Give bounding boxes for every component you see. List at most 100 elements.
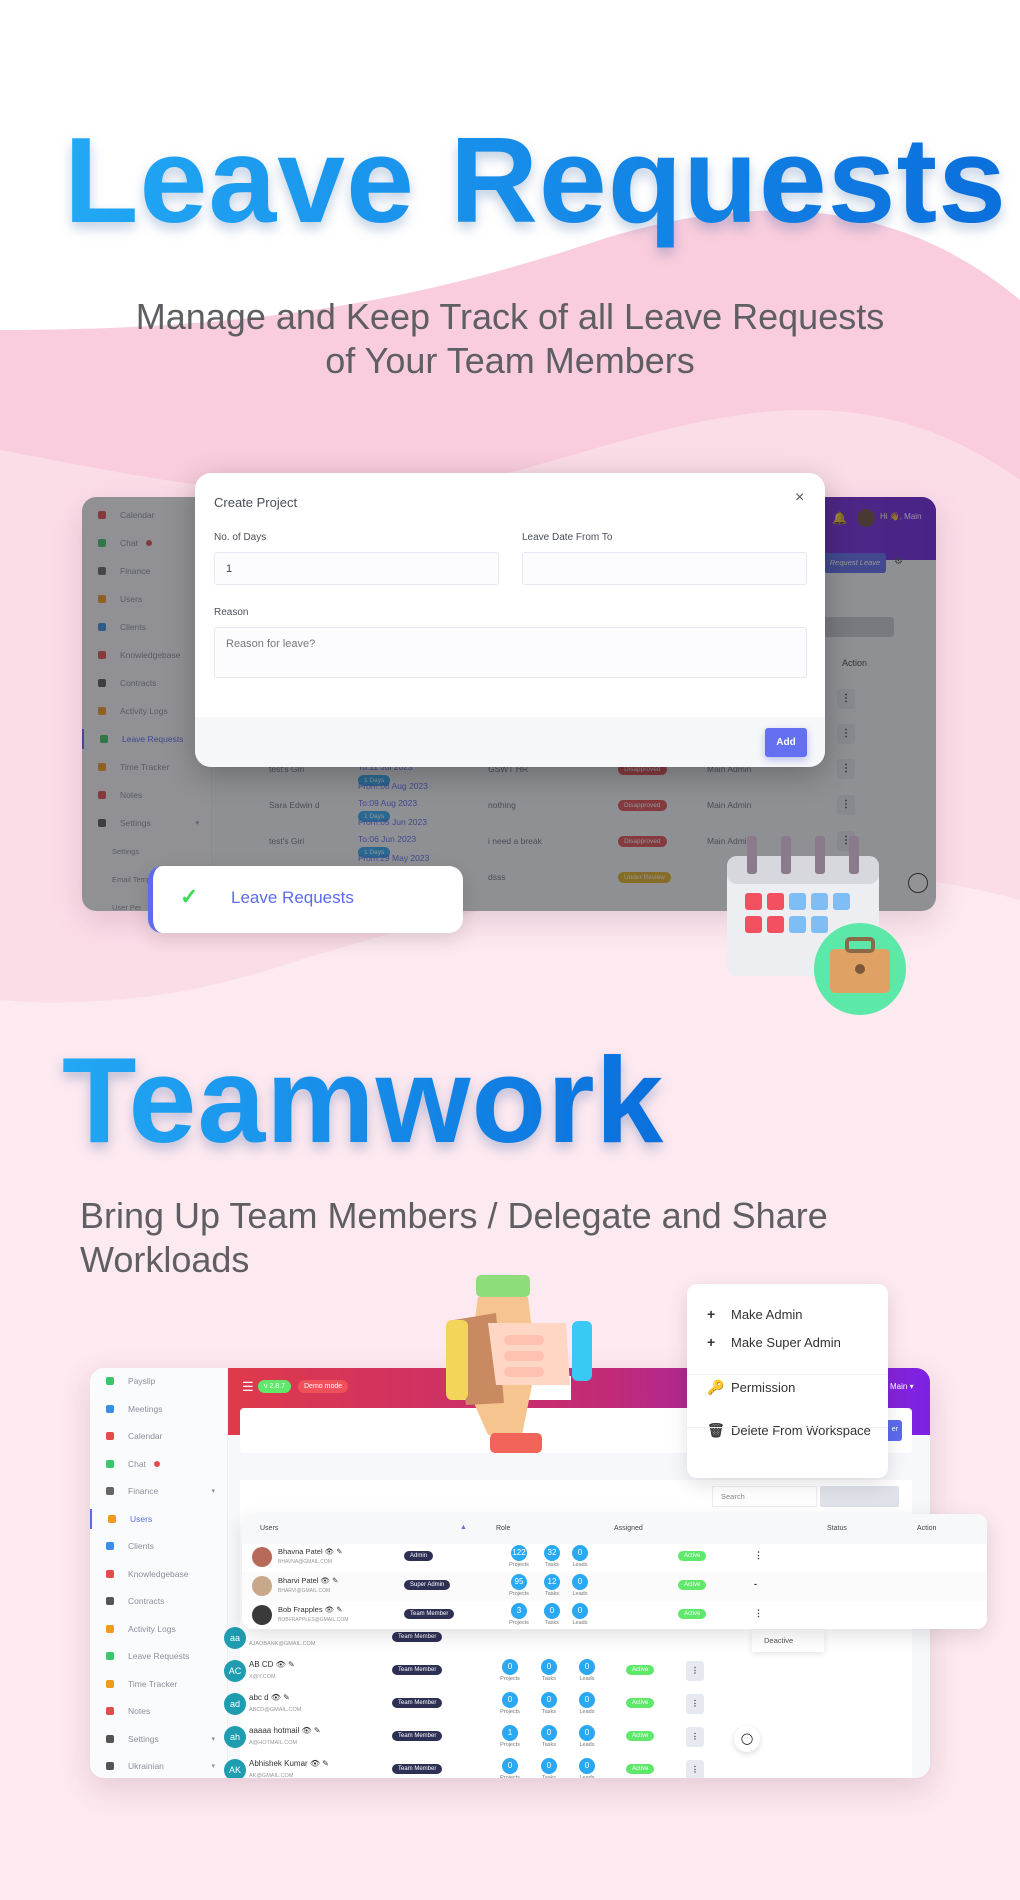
row-action-button[interactable]: ⋮ (686, 1760, 704, 1778)
sidebar-item[interactable]: Notes (90, 1701, 227, 1721)
user-name[interactable]: AB CD 👁 ✎ (249, 1660, 295, 1669)
sidebar-item[interactable]: Chat (90, 1454, 227, 1474)
status-badge: Active (678, 1551, 707, 1561)
role-badge: Team Member (392, 1632, 443, 1642)
sidebar-item[interactable]: Users (90, 1508, 227, 1529)
hamburger-menu-icon[interactable]: ☰ (242, 1379, 254, 1395)
column-header-users[interactable]: Users (260, 1525, 278, 1532)
row-action-button[interactable]: ⋮ (686, 1694, 704, 1714)
role-badge: Team Member (404, 1609, 455, 1619)
row-action-button: - (754, 1579, 757, 1589)
leave-date-label: Leave Date From To (522, 532, 613, 543)
add-button[interactable]: Add (765, 728, 807, 757)
chevron-down-icon: ▾ (211, 1763, 215, 1770)
menu-item-make-super-admin[interactable]: + Make Super Admin (707, 1334, 841, 1350)
avatar: aa (224, 1627, 246, 1649)
menu-icon (106, 1624, 114, 1633)
sidebar-item[interactable]: Calendar (90, 1426, 227, 1446)
count-badge: 32 (544, 1545, 560, 1561)
sidebar-item[interactable]: Clients (90, 1536, 227, 1556)
menu-icon (106, 1569, 114, 1578)
count-badge: 0 (541, 1659, 557, 1675)
user-name[interactable]: Bharvi Patel 👁 ✎ (278, 1576, 338, 1585)
column-header-assigned: Assigned (614, 1525, 643, 1532)
sidebar-item[interactable]: Payslip (90, 1371, 227, 1391)
menu-item-make-admin[interactable]: + Make Admin (707, 1306, 803, 1322)
sidebar-item[interactable]: Meetings (90, 1399, 227, 1419)
count-badge: 95 (511, 1574, 527, 1590)
sidebar-item-label: Ukrainian (128, 1761, 164, 1771)
menu-icon (106, 1404, 114, 1413)
menu-item-delete-from-workspace[interactable]: 🗑 Delete From Workspace (707, 1422, 871, 1439)
plus-icon: + (707, 1334, 716, 1350)
sort-arrow-icon[interactable]: ▲ (460, 1524, 467, 1531)
menu-icon (106, 1734, 114, 1743)
user-menu[interactable]: Main ▾ (890, 1382, 914, 1391)
subtitle-line: Bring Up Team Members / Delegate and Sha… (80, 1195, 828, 1236)
modal-title: Create Project (214, 495, 298, 510)
count-badge: 0 (572, 1603, 588, 1619)
avatar[interactable] (252, 1605, 272, 1625)
menu-item-permission[interactable]: 🔑 Permission (707, 1379, 795, 1396)
sidebar-item[interactable]: Leave Requests (90, 1646, 227, 1666)
sidebar-item-label: Meetings (128, 1403, 163, 1414)
leave-date-input[interactable] (522, 552, 807, 585)
count-badge: 0 (572, 1574, 588, 1590)
row-action-button[interactable]: ⋮ (686, 1727, 704, 1747)
sidebar-item[interactable]: Finance ▾ (90, 1481, 227, 1501)
user-name[interactable]: Abhishek Kumar 👁 ✎ (249, 1759, 329, 1768)
menu-icon (108, 1514, 116, 1523)
sidebar-item[interactable]: Knowledgebase (90, 1564, 227, 1584)
count-badge: 0 (541, 1758, 557, 1774)
count-label: Leads (572, 1620, 588, 1626)
count-label: Projects (500, 1676, 520, 1682)
version-badge: v 2.8.7 (258, 1380, 292, 1393)
count-label: Projects (509, 1620, 529, 1626)
count-badge: 0 (544, 1603, 560, 1619)
role-badge: Super Admin (404, 1580, 451, 1590)
days-input[interactable]: 1 (214, 552, 499, 585)
sidebar-item[interactable]: Settings ▾ (90, 1729, 227, 1749)
row-action-button[interactable]: ⋮ (754, 1608, 763, 1619)
count-label: Projects (500, 1742, 520, 1748)
menu-item-label: Make Admin (731, 1306, 803, 1322)
sidebar-item[interactable]: Ukrainian ▾ (90, 1756, 227, 1776)
column-header-status: Status (827, 1525, 847, 1532)
reason-textarea[interactable]: Reason for leave? (214, 627, 807, 678)
count-badge: 0 (579, 1692, 595, 1708)
count-badge: 1 (502, 1725, 518, 1741)
user-name[interactable]: Bob Frapples 👁 ✎ (278, 1605, 343, 1614)
sidebar-item[interactable]: Activity Logs (90, 1619, 227, 1639)
deactive-menu-item[interactable]: Deactive (752, 1630, 824, 1652)
timer-icon[interactable]: ◯ (734, 1726, 760, 1752)
count-badge: 0 (502, 1692, 518, 1708)
user-email: BOBFRAPPLES@GMAIL.COM (278, 1617, 349, 1623)
table-search-input[interactable]: Search (712, 1486, 817, 1507)
status-badge: Active (626, 1731, 655, 1741)
sidebar-item-label: Calendar (128, 1431, 163, 1441)
sidebar-item[interactable]: Contracts (90, 1591, 227, 1611)
close-icon[interactable]: × (795, 489, 804, 507)
menu-icon (106, 1459, 114, 1468)
row-action-button[interactable]: ⋮ (754, 1550, 763, 1561)
row-action-button[interactable]: ⋮ (686, 1661, 704, 1681)
sidebar-item-label: Finance (128, 1486, 159, 1496)
count-label: Leads (572, 1591, 588, 1597)
sidebar-item-label: Chat (128, 1458, 146, 1469)
user-name[interactable]: aaaaa hotmail 👁 ✎ (249, 1726, 321, 1735)
user-name[interactable]: abc d 👁 ✎ (249, 1693, 290, 1702)
avatar[interactable] (252, 1576, 272, 1596)
sidebar-item[interactable]: Time Tracker (90, 1674, 227, 1694)
sidebar-item-label: Clients (128, 1541, 154, 1551)
count-badge: 0 (572, 1545, 588, 1561)
user-email: X@Y.COM (249, 1674, 276, 1680)
user-name[interactable]: Bhavna Patel 👁 ✎ (278, 1547, 343, 1556)
table-toolbar-buttons[interactable] (820, 1486, 899, 1507)
avatar[interactable] (252, 1547, 272, 1567)
count-badge: 0 (579, 1659, 595, 1675)
status-badge: Active (626, 1698, 655, 1708)
count-badge: 122 (511, 1545, 527, 1561)
sidebar-item-label: Contracts (128, 1596, 165, 1606)
count-badge: 0 (502, 1659, 518, 1675)
menu-item-label: Make Super Admin (731, 1334, 841, 1350)
